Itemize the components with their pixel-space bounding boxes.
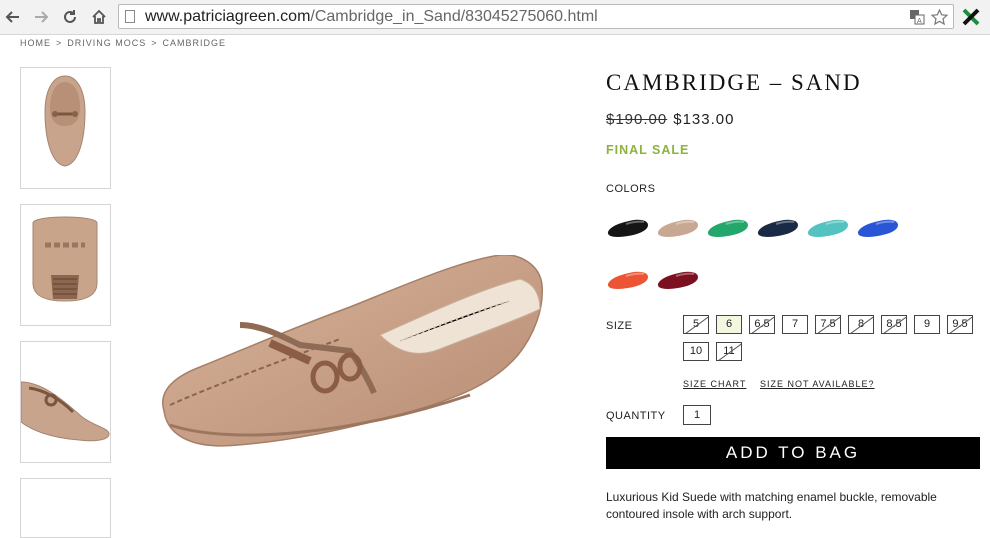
- price: $190.00 $133.00: [606, 111, 734, 128]
- thumbnail-side-view[interactable]: [20, 341, 111, 463]
- size-option-11: 11: [716, 342, 742, 361]
- size-option-7-5: 7.5: [815, 315, 841, 334]
- size-option-9-5: 9.5: [947, 315, 973, 334]
- product-title: CAMBRIDGE – SAND: [606, 70, 862, 95]
- thumbnail-more[interactable]: [20, 478, 111, 538]
- color-swatch-sand[interactable]: [656, 216, 700, 240]
- breadcrumb-separator: >: [151, 38, 158, 48]
- color-swatch-black[interactable]: [606, 216, 650, 240]
- page-icon: [125, 10, 135, 23]
- breadcrumb-separator: >: [56, 38, 63, 48]
- color-swatch-navy[interactable]: [756, 216, 800, 240]
- size-option-6[interactable]: 6: [716, 315, 742, 334]
- breadcrumb-cambridge[interactable]: CAMBRIDGE: [163, 38, 227, 48]
- color-swatch-aqua[interactable]: [806, 216, 850, 240]
- arrow-right-icon[interactable]: [30, 6, 52, 28]
- url-domain: www.patriciagreen.com: [145, 8, 311, 25]
- arrow-left-icon[interactable]: [2, 6, 24, 28]
- url-text[interactable]: www.patriciagreen.com/Cambridge_in_Sand/…: [145, 8, 598, 26]
- size-label: SIZE: [606, 320, 633, 332]
- address-bar[interactable]: www.patriciagreen.com/Cambridge_in_Sand/…: [118, 4, 954, 29]
- sale-price: $133.00: [673, 111, 735, 128]
- browser-toolbar: www.patriciagreen.com/Cambridge_in_Sand/…: [0, 0, 990, 35]
- colors-label: COLORS: [606, 183, 656, 195]
- size-option-7[interactable]: 7: [782, 315, 808, 334]
- color-swatch-coral[interactable]: [606, 268, 650, 292]
- size-option-8-5: 8.5: [881, 315, 907, 334]
- size-option-9[interactable]: 9: [914, 315, 940, 334]
- add-to-bag-button[interactable]: ADD TO BAG: [606, 437, 980, 469]
- breadcrumb-driving-mocs[interactable]: DRIVING MOCS: [67, 38, 146, 48]
- reload-icon[interactable]: [59, 6, 81, 28]
- star-icon[interactable]: [930, 8, 948, 25]
- size-not-available-link[interactable]: SIZE NOT AVAILABLE?: [760, 379, 875, 389]
- thumbnail-back-view[interactable]: [20, 204, 111, 326]
- breadcrumb-home[interactable]: HOME: [20, 38, 51, 48]
- original-price: $190.00: [606, 111, 668, 128]
- size-option-6-5: 6.5: [749, 315, 775, 334]
- size-chart-link[interactable]: SIZE CHART: [683, 379, 746, 389]
- url-path: /Cambridge_in_Sand/83045275060.html: [310, 8, 598, 25]
- size-option-5: 5: [683, 315, 709, 334]
- quantity-label: QUANTITY: [606, 410, 666, 422]
- translate-icon[interactable]: A: [908, 9, 926, 25]
- final-sale-badge: FINAL SALE: [606, 143, 690, 157]
- size-option-10[interactable]: 10: [683, 342, 709, 361]
- main-product-image: [150, 254, 550, 475]
- home-icon[interactable]: [88, 6, 110, 28]
- product-description: Luxurious Kid Suede with matching enamel…: [606, 490, 937, 521]
- extension-x-icon[interactable]: [960, 6, 982, 28]
- svg-text:A: A: [917, 17, 922, 25]
- breadcrumb: HOME > DRIVING MOCS > CAMBRIDGE: [20, 38, 231, 48]
- color-swatch-blue[interactable]: [856, 216, 900, 240]
- size-option-8: 8: [848, 315, 874, 334]
- color-swatch-green[interactable]: [706, 216, 750, 240]
- color-swatch-burgundy[interactable]: [656, 268, 700, 292]
- thumbnail-top-view[interactable]: [20, 67, 111, 189]
- quantity-input[interactable]: 1: [683, 405, 711, 425]
